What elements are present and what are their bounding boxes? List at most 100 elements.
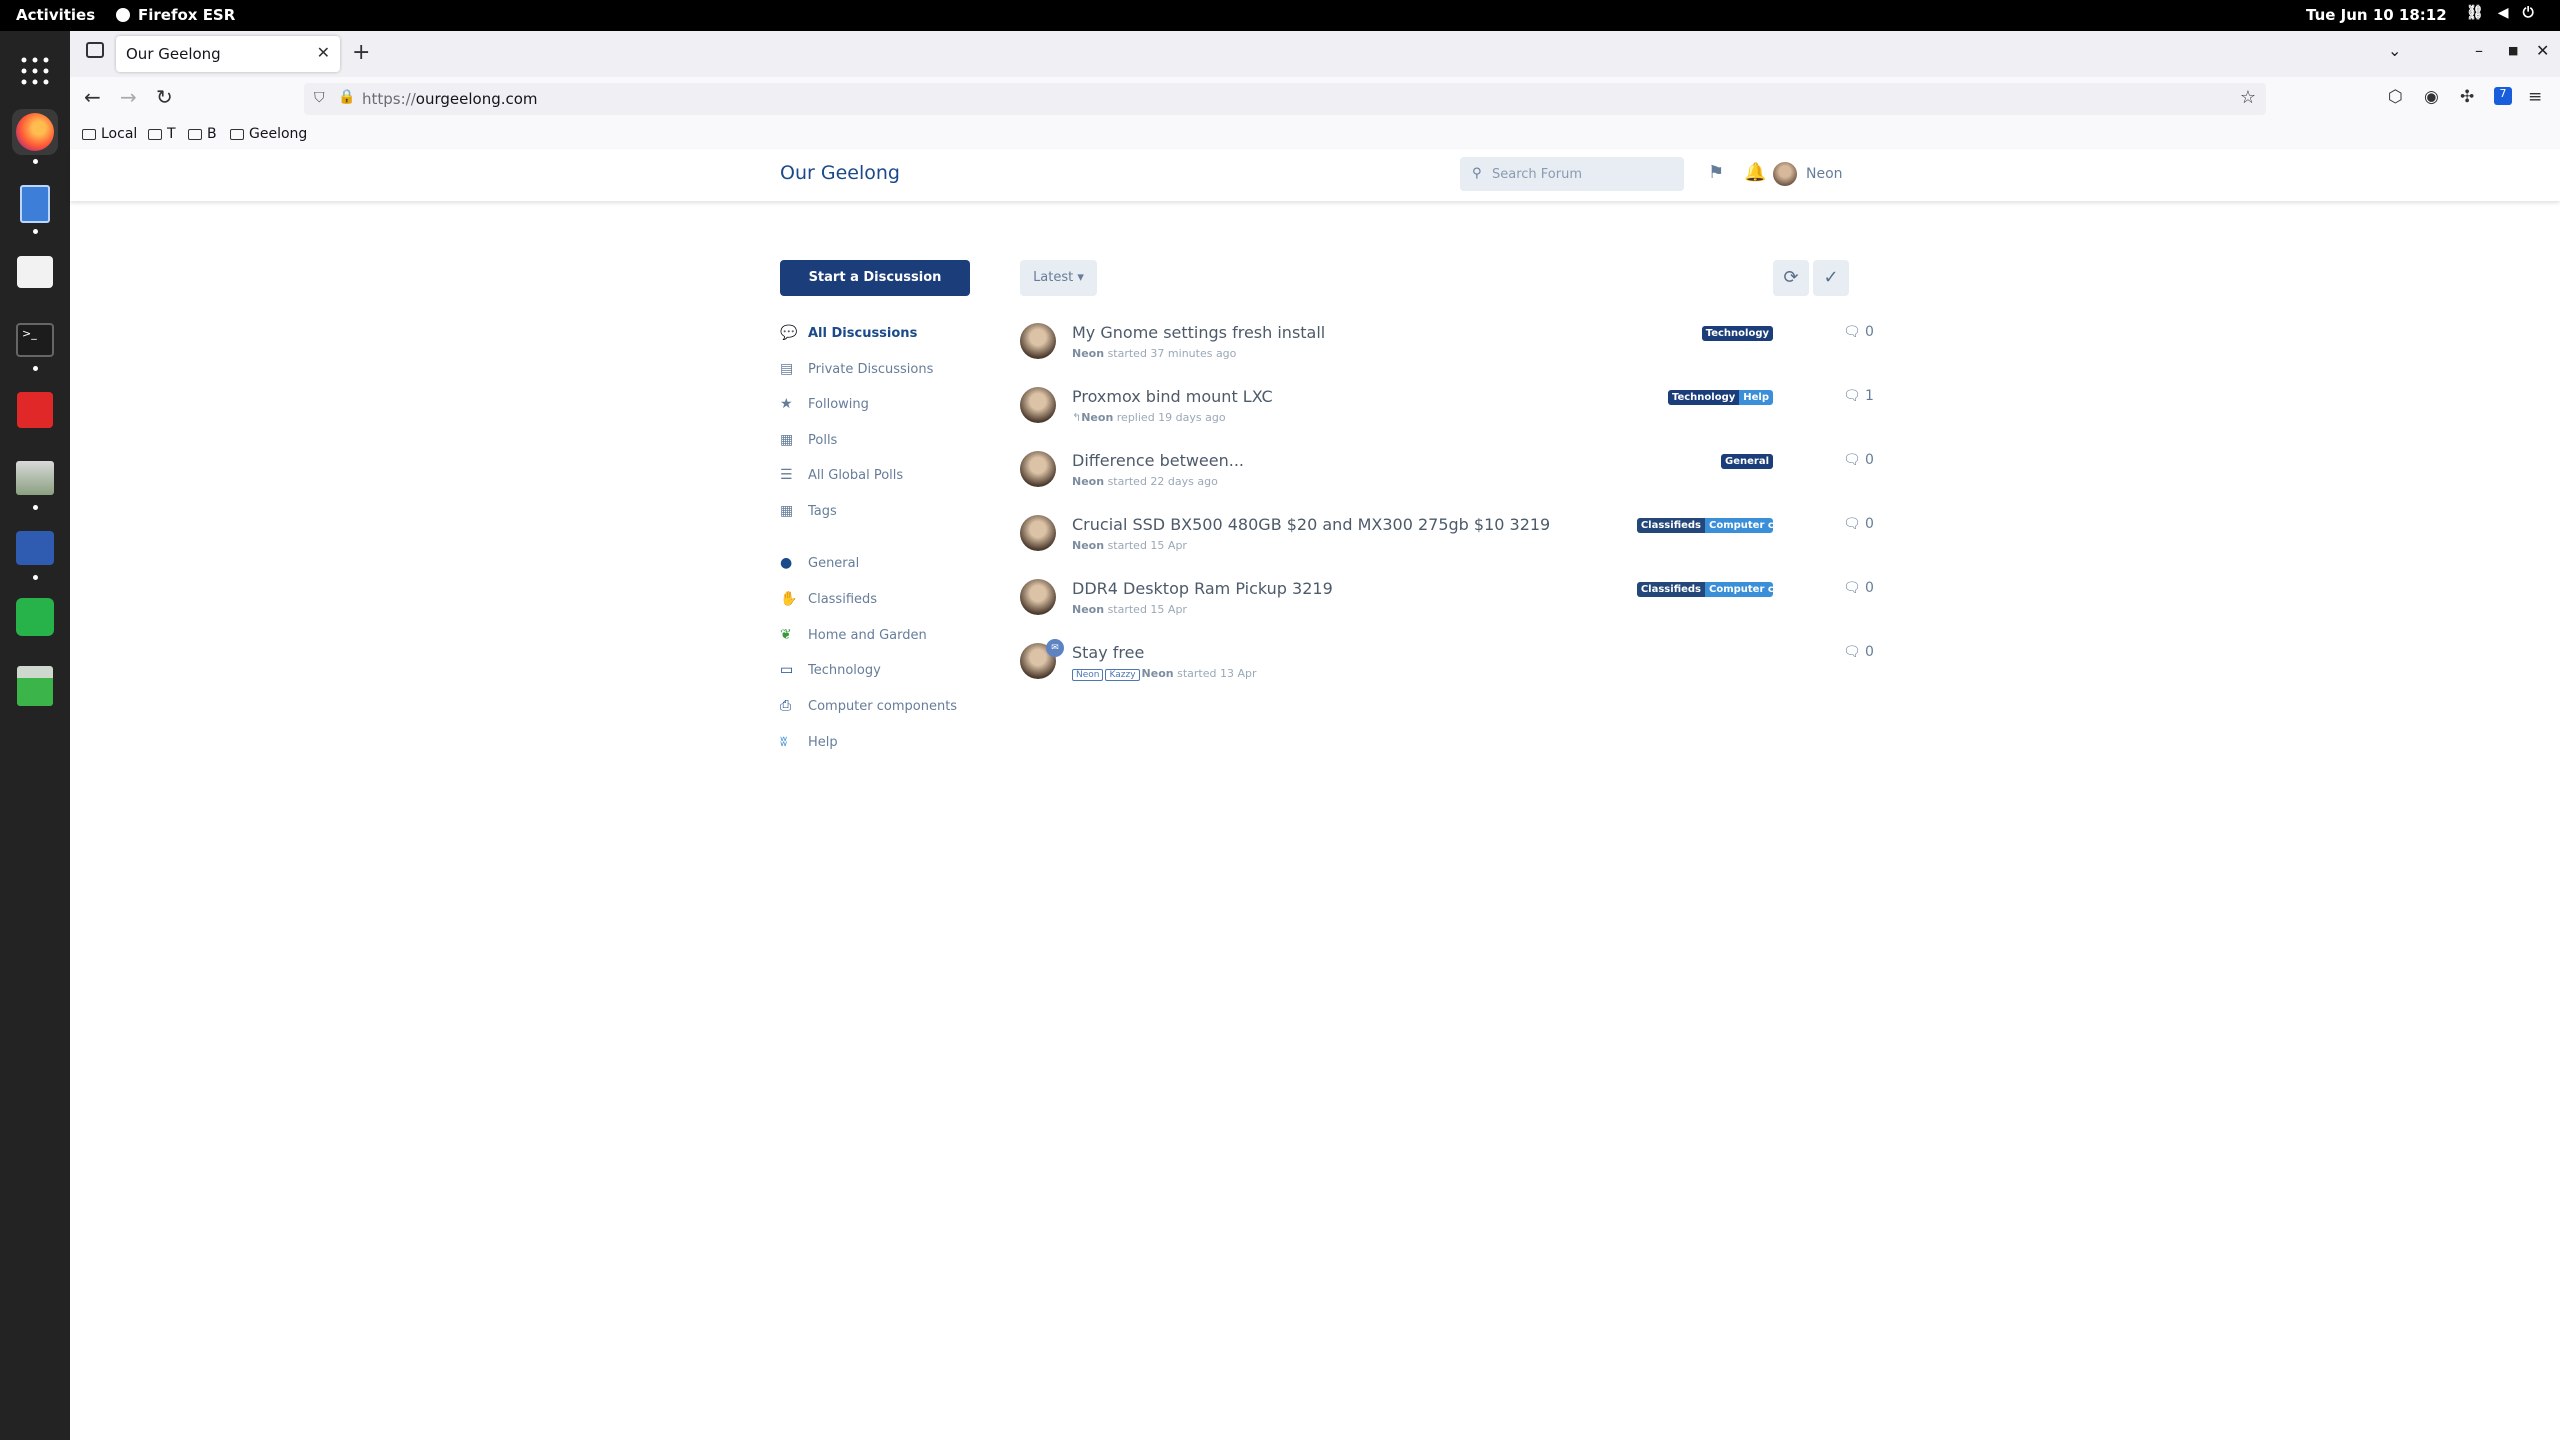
sidebar-tag-general[interactable]: ● General: [780, 555, 859, 571]
session-user-name[interactable]: Neon: [1806, 166, 1843, 182]
avatar[interactable]: [1773, 162, 1797, 186]
avatar[interactable]: [1020, 515, 1056, 551]
extensions-icon[interactable]: [12, 594, 58, 640]
tag-badge[interactable]: Help: [1739, 390, 1773, 405]
software-store-icon[interactable]: [12, 249, 58, 295]
caret-down-icon: ▾: [1077, 270, 1084, 285]
discussion-item[interactable]: DDR4 Desktop Ram Pickup 3219 Neon starte…: [1020, 579, 1920, 639]
discussion-item[interactable]: Crucial SSD BX500 480GB $20 and MX300 27…: [1020, 515, 1920, 575]
sidebar-item-tags[interactable]: ▦ Tags: [780, 503, 837, 519]
replies-icon: 🗨: [1843, 452, 1861, 468]
bookmark-folder[interactable]: B: [188, 126, 217, 142]
recipient-badge[interactable]: Neon: [1072, 669, 1104, 681]
discussion-title[interactable]: Stay free: [1072, 643, 1144, 662]
sidebar-tag-technology[interactable]: ▭ Technology: [780, 662, 881, 678]
text-editor-icon[interactable]: [12, 181, 58, 227]
discussion-item[interactable]: Proxmox bind mount LXC ↰Neon replied 19 …: [1020, 387, 1920, 447]
tag-badge[interactable]: Technology: [1701, 326, 1773, 341]
site-title[interactable]: Our Geelong: [780, 162, 900, 184]
replies-icon: 🗨: [1843, 388, 1861, 404]
avatar[interactable]: [1020, 387, 1056, 423]
sidebar-item-all-discussions[interactable]: 💬 All Discussions: [780, 325, 917, 341]
tags-grid-icon: ▦: [780, 503, 794, 519]
search-input[interactable]: ⚲ Search Forum: [1460, 157, 1684, 191]
discussion-title[interactable]: Difference between...: [1072, 451, 1244, 470]
extensions-puzzle-icon[interactable]: ✣: [2460, 87, 2474, 107]
minimize-icon[interactable]: –: [2475, 41, 2483, 60]
tag-badge[interactable]: General: [1721, 454, 1773, 469]
activities-button[interactable]: Activities: [16, 6, 95, 24]
running-indicator: [33, 366, 38, 371]
back-icon[interactable]: ←: [84, 85, 101, 109]
tab-active[interactable]: Our Geelong ✕: [116, 36, 340, 72]
close-tab-icon[interactable]: ✕: [317, 43, 330, 62]
avatar[interactable]: [1020, 451, 1056, 487]
avatar[interactable]: [1020, 579, 1056, 615]
start-discussion-button[interactable]: Start a Discussion: [780, 260, 970, 296]
terminal-icon[interactable]: >_: [12, 317, 58, 363]
tag-badge[interactable]: Computer components: [1705, 518, 1773, 533]
sidebar-item-private-discussions[interactable]: ▤ Private Discussions: [780, 361, 933, 377]
clock[interactable]: Tue Jun 10 18:12: [2306, 6, 2447, 24]
pocket-icon[interactable]: ⬡: [2388, 87, 2403, 107]
account-icon[interactable]: ◉: [2424, 87, 2439, 107]
firefox-view-icon[interactable]: [86, 42, 104, 58]
refresh-button[interactable]: ⟳: [1773, 260, 1809, 296]
discussion-title[interactable]: DDR4 Desktop Ram Pickup 3219: [1072, 579, 1333, 598]
discussion-title[interactable]: Proxmox bind mount LXC: [1072, 387, 1273, 406]
avatar[interactable]: [1020, 323, 1056, 359]
app-menu[interactable]: Firefox ESR: [116, 6, 235, 24]
discussion-item[interactable]: Difference between... Neon started 22 da…: [1020, 451, 1920, 511]
bookmark-folder[interactable]: Local: [82, 126, 137, 142]
sidebar-tag-home-and-garden[interactable]: ❦ Home and Garden: [780, 627, 927, 643]
flag-icon[interactable]: ⚑: [1708, 162, 1724, 183]
recipient-badge[interactable]: Kazzy: [1105, 669, 1140, 681]
url-bar[interactable]: ⛉ 🔒 https://ourgeelong.com ☆: [304, 83, 2266, 115]
tracking-protection-icon[interactable]: ⛉: [314, 90, 325, 106]
sort-dropdown[interactable]: Latest ▾: [1020, 260, 1097, 296]
forward-icon[interactable]: →: [120, 85, 137, 109]
tag-list: Technology: [1701, 326, 1773, 341]
list-all-tabs-icon[interactable]: ⌄: [2388, 41, 2401, 60]
dock: >_: [0, 31, 70, 1440]
tag-badge[interactable]: Classifieds: [1636, 582, 1705, 597]
hamburger-menu-icon[interactable]: ≡: [2528, 87, 2542, 107]
mark-all-read-button[interactable]: ✓: [1813, 260, 1849, 296]
firefox-launcher-icon[interactable]: [12, 109, 58, 155]
tag-badge[interactable]: Technology: [1667, 390, 1740, 405]
close-window-icon[interactable]: ✕: [2536, 41, 2549, 60]
discussion-item[interactable]: ✉ Stay free Neon Kazzy Neon started 13 Apr…: [1020, 639, 1920, 703]
discussion-meta: Neon started 22 days ago: [1072, 475, 1218, 488]
tag-badge[interactable]: Computer components: [1705, 582, 1773, 597]
system-tray[interactable]: ⛓ ◀ ⏻: [2466, 5, 2534, 21]
bookmark-star-icon[interactable]: ☆: [2240, 87, 2256, 108]
lock-icon[interactable]: 🔒: [338, 89, 355, 105]
image-viewer-icon[interactable]: [12, 455, 58, 501]
media-player-icon[interactable]: [12, 525, 58, 571]
reload-icon[interactable]: ↻: [156, 85, 173, 109]
list-icon: ☰: [780, 467, 793, 483]
search-placeholder: Search Forum: [1492, 167, 1583, 182]
app-grid-icon[interactable]: [12, 48, 58, 94]
firefox-icon: [116, 8, 130, 22]
sidebar-tag-help[interactable]: ʬ Help: [780, 734, 838, 750]
discussion-title[interactable]: Crucial SSD BX500 480GB $20 and MX300 27…: [1072, 515, 1550, 534]
sidebar-tag-classifieds[interactable]: ✋ Classifieds: [780, 591, 877, 607]
maximize-icon[interactable]: ■: [2508, 44, 2518, 57]
notifications-bell-icon[interactable]: 🔔: [1744, 162, 1766, 183]
new-tab-icon[interactable]: +: [352, 40, 370, 65]
tag-badge[interactable]: Classifieds: [1636, 518, 1705, 533]
bookmark-folder[interactable]: Geelong: [230, 126, 307, 142]
trash-icon[interactable]: [12, 663, 58, 709]
discussion-item[interactable]: My Gnome settings fresh install Neon sta…: [1020, 323, 1920, 383]
flipboard-icon[interactable]: [12, 387, 58, 433]
folder-icon: [82, 128, 96, 140]
bitwarden-icon[interactable]: 7: [2494, 87, 2512, 105]
bookmark-folder[interactable]: T: [148, 126, 176, 142]
sidebar-item-all-global-polls[interactable]: ☰ All Global Polls: [780, 467, 903, 483]
url-text[interactable]: https://ourgeelong.com: [362, 90, 538, 108]
sidebar-item-following[interactable]: ★ Following: [780, 396, 869, 412]
discussion-title[interactable]: My Gnome settings fresh install: [1072, 323, 1325, 342]
sidebar-tag-computer-components[interactable]: ⎙ Computer components: [780, 698, 957, 714]
sidebar-item-polls[interactable]: ▦ Polls: [780, 432, 837, 448]
